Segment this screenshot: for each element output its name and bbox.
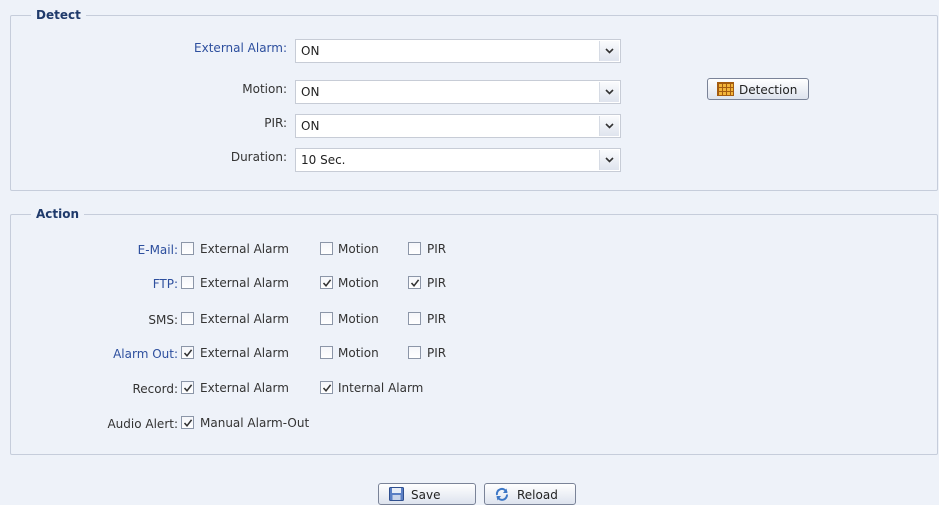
- motion-label: Motion:: [242, 82, 287, 96]
- detect-fieldset: Detect External Alarm: ON Motion: ON Det…: [10, 8, 938, 191]
- audio-alert-manual-alarm-out-label: Manual Alarm-Out: [200, 416, 310, 430]
- alarm-out-pir-label: PIR: [427, 346, 447, 360]
- motion-value: ON: [301, 85, 320, 99]
- checkmark-icon: [183, 384, 193, 393]
- grid-icon: [717, 82, 734, 96]
- refresh-icon: [494, 487, 510, 505]
- checkmark-icon: [410, 279, 420, 288]
- sms-label: SMS:: [148, 313, 178, 327]
- sms-pir-checkbox[interactable]: [408, 312, 421, 325]
- email-label: E-Mail:: [137, 243, 178, 257]
- external-alarm-label: External Alarm:: [194, 41, 287, 55]
- reload-button-label: Reload: [517, 488, 558, 502]
- pir-select[interactable]: ON: [295, 114, 621, 138]
- ftp-label: FTP:: [152, 277, 178, 291]
- sms-pir-label: PIR: [427, 312, 447, 326]
- detection-button-label: Detection: [739, 83, 798, 97]
- email-motion-checkbox[interactable]: [320, 242, 333, 255]
- floppy-disk-icon: [389, 487, 404, 504]
- motion-select[interactable]: ON: [295, 80, 621, 104]
- chevron-down-icon[interactable]: [599, 82, 619, 102]
- detection-button[interactable]: Detection: [707, 78, 809, 100]
- duration-label: Duration:: [230, 150, 287, 164]
- record-internal-alarm-label: Internal Alarm: [338, 381, 424, 395]
- action-fieldset: Action E-Mail: External Alarm Motion PIR…: [10, 207, 938, 455]
- chevron-down-icon[interactable]: [599, 41, 619, 61]
- email-pir-label: PIR: [427, 242, 447, 256]
- save-button-label: Save: [411, 488, 441, 502]
- external-alarm-select[interactable]: ON: [295, 39, 621, 63]
- checkmark-icon: [322, 279, 332, 288]
- record-label: Record:: [132, 382, 178, 396]
- action-legend: Action: [31, 207, 85, 221]
- alarm-out-external-alarm-checkbox[interactable]: [181, 346, 194, 359]
- ftp-motion-checkbox[interactable]: [320, 276, 333, 289]
- checkmark-icon: [322, 384, 332, 393]
- ftp-external-alarm-checkbox[interactable]: [181, 276, 194, 289]
- ftp-pir-label: PIR: [427, 276, 447, 290]
- checkmark-icon: [183, 349, 193, 358]
- alarm-out-motion-label: Motion: [338, 346, 379, 360]
- sms-external-alarm-checkbox[interactable]: [181, 312, 194, 325]
- sms-motion-label: Motion: [338, 312, 379, 326]
- ftp-pir-checkbox[interactable]: [408, 276, 421, 289]
- pir-label: PIR:: [264, 116, 287, 130]
- external-alarm-value: ON: [301, 44, 320, 58]
- sms-motion-checkbox[interactable]: [320, 312, 333, 325]
- email-motion-label: Motion: [338, 242, 379, 256]
- email-pir-checkbox[interactable]: [408, 242, 421, 255]
- alarm-out-label: Alarm Out:: [113, 347, 178, 361]
- ftp-external-alarm-label: External Alarm: [200, 276, 289, 290]
- chevron-down-icon[interactable]: [599, 116, 619, 136]
- duration-value: 10 Sec.: [301, 153, 346, 167]
- alarm-out-motion-checkbox[interactable]: [320, 346, 333, 359]
- email-external-alarm-checkbox[interactable]: [181, 242, 194, 255]
- pir-value: ON: [301, 119, 320, 133]
- detect-legend: Detect: [31, 8, 86, 22]
- record-external-alarm-checkbox[interactable]: [181, 381, 194, 394]
- audio-alert-label: Audio Alert:: [107, 417, 178, 431]
- audio-alert-manual-alarm-out-checkbox[interactable]: [181, 416, 194, 429]
- record-internal-alarm-checkbox[interactable]: [320, 381, 333, 394]
- ftp-motion-label: Motion: [338, 276, 379, 290]
- duration-select[interactable]: 10 Sec.: [295, 148, 621, 172]
- email-external-alarm-label: External Alarm: [200, 242, 289, 256]
- checkmark-icon: [183, 419, 193, 428]
- chevron-down-icon[interactable]: [599, 150, 619, 170]
- record-external-alarm-label: External Alarm: [200, 381, 289, 395]
- alarm-out-external-alarm-label: External Alarm: [200, 346, 289, 360]
- sms-external-alarm-label: External Alarm: [200, 312, 289, 326]
- alarm-out-pir-checkbox[interactable]: [408, 346, 421, 359]
